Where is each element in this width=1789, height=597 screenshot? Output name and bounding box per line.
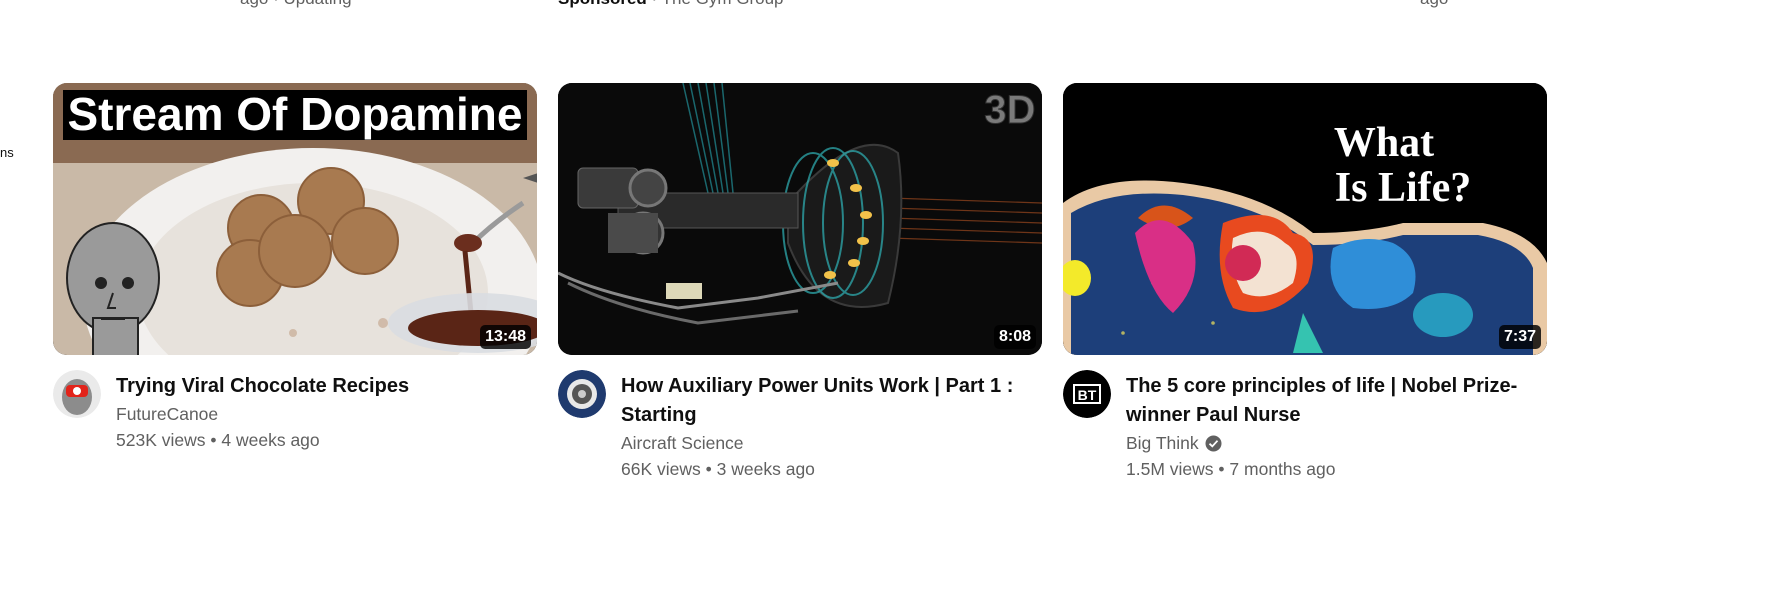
duration-badge: 7:37 [1498, 325, 1541, 349]
video-title[interactable]: How Auxiliary Power Units Work | Part 1 … [621, 372, 1042, 430]
clipped-sponsored-line: Sponsored · The Gym Group [558, 0, 784, 9]
sponsored-separator: · [652, 0, 658, 8]
video-thumbnail[interactable]: What Is Life? 7:37 [1063, 83, 1547, 355]
avatar-logo-text: BT [1078, 387, 1097, 403]
sponsored-label: Sponsored [558, 0, 647, 8]
clipped-meta-right: ago [1420, 0, 1448, 9]
thumbnail-caption: Stream Of Dopamine [68, 88, 523, 140]
video-title[interactable]: The 5 core principles of life | Nobel Pr… [1126, 372, 1547, 430]
duration-badge: 13:48 [480, 325, 531, 349]
video-card[interactable]: 3D 8:08 How Auxiliary Power Units Work |… [558, 83, 1042, 480]
clipped-sidebar-text: ns [0, 145, 14, 160]
channel-avatar[interactable]: BT [1063, 370, 1111, 418]
channel-name-row: Aircraft Science [621, 433, 1042, 454]
video-stats: 523K views • 4 weeks ago [116, 430, 537, 451]
thumbnail-image: What Is Life? [1063, 83, 1547, 355]
thumbnail-image: Stream Of Dopamine [53, 83, 537, 355]
advertiser-name: The Gym Group [662, 0, 784, 8]
thumbnail-image: 3D [558, 83, 1042, 355]
upload-age: 3 weeks ago [716, 459, 815, 479]
video-thumbnail[interactable]: Stream Of Dopamine 13:48 [53, 83, 537, 355]
channel-name-row: FutureCanoe [116, 404, 537, 425]
video-stats: 66K views • 3 weeks ago [621, 459, 1042, 480]
channel-name[interactable]: FutureCanoe [116, 404, 218, 425]
thumbnail-caption-line1: What [1334, 120, 1434, 166]
view-count: 66K views [621, 459, 701, 479]
thumbnail-caption: 3D [984, 88, 1035, 132]
stats-separator: • [705, 459, 712, 479]
channel-name-row: Big Think [1126, 433, 1547, 454]
verified-check-icon [1205, 435, 1222, 452]
stats-separator: • [210, 430, 217, 450]
channel-name[interactable]: Big Think [1126, 433, 1199, 454]
thumbnail-caption-line2: Is Life? [1335, 165, 1472, 211]
video-stats: 1.5M views • 7 months ago [1126, 459, 1547, 480]
video-title[interactable]: Trying Viral Chocolate Recipes [116, 372, 537, 401]
channel-avatar[interactable] [558, 370, 606, 418]
view-count: 523K views [116, 430, 206, 450]
channel-name[interactable]: Aircraft Science [621, 433, 744, 454]
view-count: 1.5M views [1126, 459, 1214, 479]
channel-avatar[interactable] [53, 370, 101, 418]
stats-separator: • [1218, 459, 1225, 479]
clipped-meta-left: ago · Updating [240, 0, 352, 9]
upload-age: 7 months ago [1229, 459, 1336, 479]
upload-age: 4 weeks ago [221, 430, 320, 450]
duration-badge: 8:08 [993, 325, 1036, 349]
video-card[interactable]: Stream Of Dopamine 13:48 Trying Viral Ch… [53, 83, 537, 451]
video-thumbnail[interactable]: 3D 8:08 [558, 83, 1042, 355]
video-card[interactable]: What Is Life? 7:37 BT The 5 core princip… [1063, 83, 1547, 480]
